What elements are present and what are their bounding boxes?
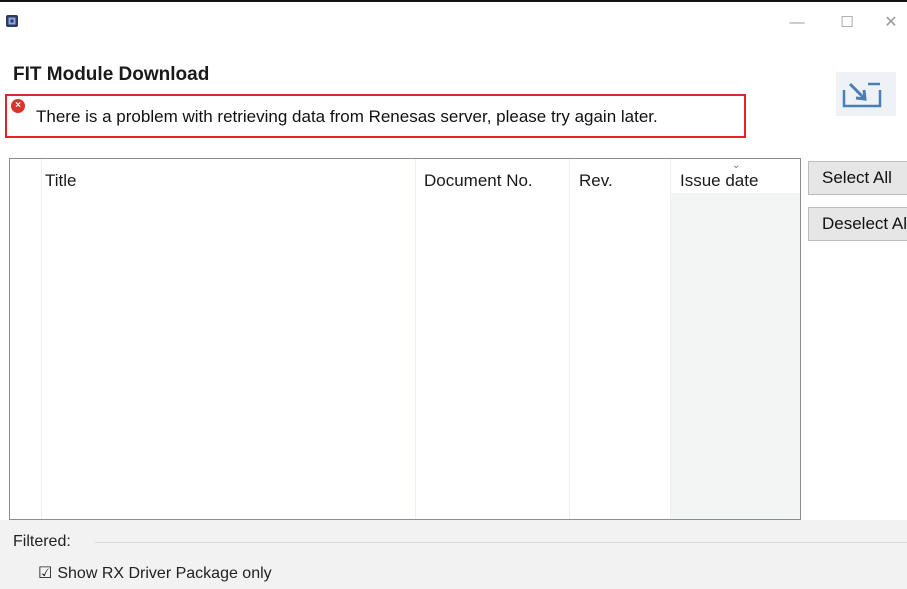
window-top-edge xyxy=(0,0,907,2)
column-header-rev[interactable]: Rev. xyxy=(579,171,613,191)
select-all-button[interactable]: Select All xyxy=(808,161,907,195)
column-header-title[interactable]: Title xyxy=(45,171,77,191)
error-icon: × xyxy=(11,99,25,113)
column-separator xyxy=(415,159,416,519)
issue-date-column-shade xyxy=(671,193,800,519)
error-message-text: There is a problem with retrieving data … xyxy=(36,107,658,126)
sort-indicator-icon: ⌄ xyxy=(732,160,741,171)
column-separator xyxy=(41,159,42,519)
download-banner-icon xyxy=(836,72,896,116)
error-message-box: × There is a problem with retrieving dat… xyxy=(5,94,746,138)
filter-divider xyxy=(95,542,907,543)
checkbox-label: Show RX Driver Package only xyxy=(57,565,272,582)
column-header-issue-date[interactable]: Issue date xyxy=(680,171,758,191)
column-separator xyxy=(670,159,671,519)
column-header-document-no[interactable]: Document No. xyxy=(424,171,533,191)
module-table[interactable]: Title Document No. Rev. Issue date ⌄ xyxy=(9,158,801,520)
maximize-button[interactable]: ☐ xyxy=(832,12,862,36)
show-rx-driver-checkbox[interactable]: ☑ Show RX Driver Package only xyxy=(38,563,272,583)
app-icon xyxy=(6,15,18,27)
checkbox-checked-icon[interactable]: ☑ xyxy=(38,563,52,583)
close-button[interactable]: ✕ xyxy=(876,12,906,36)
minimize-button[interactable]: — xyxy=(782,12,812,36)
filtered-label: Filtered: xyxy=(13,533,71,550)
page-title: FIT Module Download xyxy=(13,64,210,85)
column-separator xyxy=(569,159,570,519)
deselect-all-button[interactable]: Deselect All xyxy=(808,207,907,241)
